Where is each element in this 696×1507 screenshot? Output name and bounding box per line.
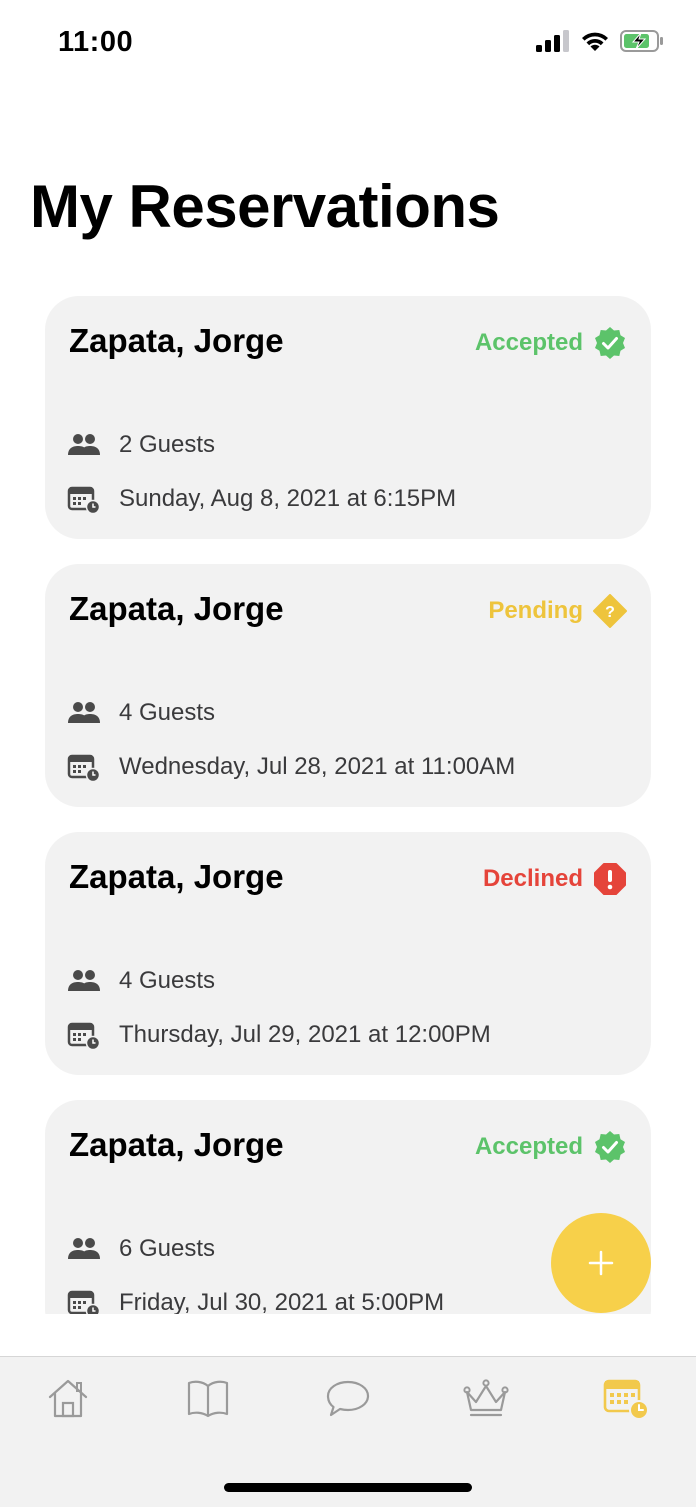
tab-home[interactable]	[38, 1373, 98, 1423]
status-bar: 11:00	[0, 0, 696, 90]
home-icon	[48, 1379, 88, 1418]
calendar-clock-icon	[67, 1022, 101, 1050]
calendar-clock-icon	[67, 1290, 101, 1314]
battery-charging-icon	[620, 30, 663, 52]
guests-row: 4 Guests	[67, 698, 215, 728]
guests-count: 2 Guests	[119, 431, 216, 458]
tab-messages[interactable]	[318, 1373, 378, 1423]
status-label: Pending	[488, 597, 583, 624]
status-time: 11:00	[58, 26, 134, 58]
status-badge: Pending ?	[488, 594, 627, 628]
reservation-name: Zapata, Jorge	[69, 858, 284, 895]
datetime-row: Sunday, Aug 8, 2021 at 6:15PM	[67, 484, 456, 514]
tab-rewards[interactable]	[456, 1373, 516, 1423]
crown-icon	[463, 1379, 509, 1417]
status-label: Accepted	[474, 329, 583, 356]
guests-row: 2 Guests	[67, 430, 215, 460]
reservation-list[interactable]: Zapata, Jorge Accepted 2 Guests Sunday, …	[0, 280, 696, 1314]
people-icon	[68, 1238, 100, 1259]
datetime-row: Wednesday, Jul 28, 2021 at 11:00AM	[67, 752, 515, 782]
status-badge: Accepted	[475, 326, 627, 360]
calendar-clock-icon	[67, 486, 101, 514]
tab-menu[interactable]	[178, 1373, 238, 1423]
question-diamond-icon: ?	[593, 594, 627, 628]
reservation-card[interactable]: Zapata, Jorge Declined 4 Guests Thursday…	[45, 832, 651, 1075]
calendar-clock-icon	[603, 1379, 649, 1420]
reservation-card[interactable]: Zapata, Jorge Pending ? 4 Guests Wednesd…	[45, 564, 651, 807]
verified-check-icon	[595, 1131, 625, 1163]
people-icon	[68, 970, 100, 991]
status-label: Accepted	[474, 1133, 583, 1160]
reservation-datetime: Thursday, Jul 29, 2021 at 12:00PM	[119, 1021, 491, 1048]
plus-icon	[588, 1250, 614, 1276]
alert-octagon-icon	[594, 863, 626, 895]
status-badge: Declined	[483, 862, 627, 896]
add-reservation-button[interactable]	[551, 1213, 651, 1313]
svg-text:?: ?	[605, 604, 615, 621]
guests-count: 6 Guests	[119, 1235, 216, 1262]
reservation-name: Zapata, Jorge	[69, 322, 284, 359]
guests-row: 6 Guests	[67, 1234, 215, 1264]
reservation-datetime: Sunday, Aug 8, 2021 at 6:15PM	[119, 485, 457, 512]
guests-count: 4 Guests	[119, 967, 216, 994]
guests-count: 4 Guests	[119, 699, 216, 726]
datetime-row: Friday, Jul 30, 2021 at 5:00PM	[67, 1288, 444, 1314]
cellular-signal-icon	[536, 30, 569, 52]
chat-bubble-icon	[326, 1380, 370, 1417]
people-icon	[68, 434, 100, 455]
status-badge: Accepted	[475, 1130, 627, 1164]
status-icons	[536, 30, 664, 52]
people-icon	[68, 702, 100, 723]
wifi-icon	[582, 32, 608, 51]
menu-book-icon	[187, 1380, 229, 1418]
reservation-name: Zapata, Jorge	[69, 590, 284, 627]
tab-reservations[interactable]	[596, 1373, 656, 1423]
guests-row: 4 Guests	[67, 966, 215, 996]
reservation-name: Zapata, Jorge	[69, 1126, 284, 1163]
datetime-row: Thursday, Jul 29, 2021 at 12:00PM	[67, 1020, 491, 1050]
reservation-card[interactable]: Zapata, Jorge Accepted 2 Guests Sunday, …	[45, 296, 651, 539]
home-indicator	[224, 1483, 472, 1492]
reservation-datetime: Friday, Jul 30, 2021 at 5:00PM	[119, 1289, 445, 1314]
verified-check-icon	[595, 327, 625, 359]
reservation-datetime: Wednesday, Jul 28, 2021 at 11:00AM	[119, 753, 516, 780]
calendar-clock-icon	[67, 754, 101, 782]
page-title: My Reservations	[30, 173, 500, 240]
status-label: Declined	[482, 865, 583, 892]
